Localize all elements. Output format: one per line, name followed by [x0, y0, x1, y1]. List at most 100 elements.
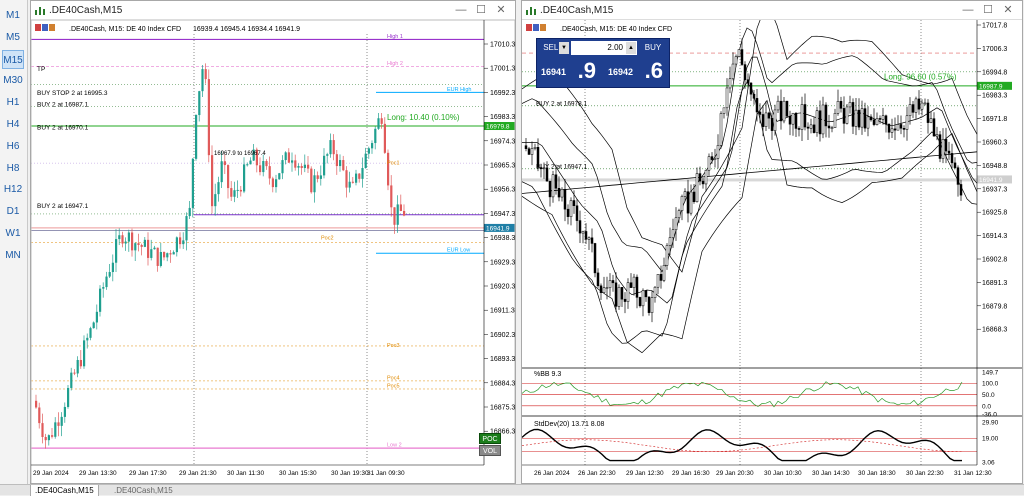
candle-body [581, 231, 585, 234]
candle-body [779, 100, 783, 122]
candle-body [551, 174, 555, 198]
timeframe-h12[interactable]: H12 [2, 180, 24, 199]
timeframe-mn[interactable]: MN [2, 246, 24, 265]
candle-body [605, 287, 609, 289]
candle-body [393, 207, 396, 225]
candle-body [794, 112, 798, 129]
poc-button[interactable]: POC [479, 433, 501, 444]
candle-body [166, 253, 169, 258]
candle-body [313, 175, 316, 193]
candle-body [47, 435, 50, 441]
chart-tab-2[interactable]: .DE40Cash,M15 [110, 485, 177, 496]
chart-window-icon [526, 7, 536, 15]
order-label[interactable]: BUY 2 at 16987.1 [37, 101, 89, 108]
position-label: Long: 96.60 (0.57%) [884, 73, 957, 82]
timeframe-m30[interactable]: M30 [2, 71, 24, 90]
price-axis-label: 16875.3 [490, 405, 515, 412]
price-axis-label: 16879.8 [982, 303, 1007, 310]
timeframe-m15[interactable]: M15 [2, 49, 24, 69]
timeframe-m5[interactable]: M5 [2, 28, 24, 47]
candle-body [866, 116, 870, 129]
candle-body [884, 115, 888, 125]
candle-body [156, 247, 159, 266]
candle-body [387, 152, 390, 186]
candle-body [268, 166, 271, 179]
candle-body [383, 123, 386, 153]
candle-body [102, 287, 105, 289]
lot-decrease-icon[interactable]: ▼ [559, 42, 569, 54]
order-label[interactable]: BUY 2 at 16947.1 [37, 203, 89, 210]
candle-body [99, 288, 102, 312]
time-axis-label: 26 Jan 22:30 [578, 470, 616, 477]
candle-body [953, 162, 957, 168]
price-axis-label: 16956.3 [490, 187, 515, 194]
timeframe-d1[interactable]: D1 [2, 202, 24, 221]
candle-body [620, 287, 624, 300]
level-label: Low 2 [387, 443, 402, 449]
left-chart-info: .DE40Cash, M15: DE 40 Index CFD 16939.4 … [35, 24, 300, 33]
timeframe-w1[interactable]: W1 [2, 224, 24, 243]
lot-size-value: 2.00 [607, 43, 623, 52]
lot-increase-icon[interactable]: ▲ [626, 42, 636, 54]
candle-body [60, 416, 63, 426]
left-chart-window[interactable]: .DE40Cash,M15 — ☐ ✕ TP BUY STOP 2 at 16995.… [30, 0, 516, 484]
timeframe-h6[interactable]: H6 [2, 137, 24, 156]
lot-size-input[interactable]: 2.00 ▼ ▲ [559, 41, 637, 55]
candle-body [593, 243, 597, 274]
vol-button[interactable]: VOL [479, 445, 501, 456]
order-label[interactable]: TP [37, 66, 45, 73]
left-title-bar[interactable]: .DE40Cash,M15 — ☐ ✕ [31, 1, 515, 20]
position-label: Long: 10.40 (0.10%) [387, 113, 460, 122]
minimize-icon[interactable]: — [451, 4, 471, 16]
buy-button[interactable]: BUY [639, 41, 667, 55]
chart-tab-1[interactable]: .DE40Cash,M15 [30, 485, 99, 496]
bb-axis-label: 50.0 [982, 392, 995, 399]
candle-body [159, 251, 162, 266]
candle-body [710, 156, 714, 160]
bid-price-button[interactable]: 16941 .9 [538, 58, 602, 86]
timeframe-h8[interactable]: H8 [2, 159, 24, 178]
candle-body [332, 140, 335, 155]
candle-body [214, 194, 217, 207]
right-price-chart[interactable]: BUY 2 at 16987.1BUY 2 at 16978.1BUY 2 at… [522, 20, 1022, 484]
order-label[interactable]: BUY 2 at 16970.1 [37, 125, 89, 132]
candle-body [358, 173, 361, 179]
candle-body [54, 422, 57, 437]
candle-body [587, 237, 591, 240]
level-label: Poc4 [387, 375, 400, 381]
price-axis-label: 16884.3 [490, 380, 515, 387]
level-label: High 1 [387, 34, 403, 40]
candle-body [641, 290, 645, 307]
price-axis-label: 16965.3 [490, 163, 515, 170]
candle-body [734, 56, 738, 65]
bb-axis-label: -36.0 [982, 412, 997, 419]
price-axis-label: 16947.3 [490, 211, 515, 218]
left-price-chart[interactable]: TP BUY STOP 2 at 16995.3 BUY 2 at 16987.1 B… [31, 20, 515, 484]
ask-price-button[interactable]: 16942 .6 [605, 58, 669, 86]
order-label[interactable]: BUY 2 at 16947.1 [536, 164, 588, 171]
timeframe-m1[interactable]: M1 [2, 6, 24, 25]
timeframe-h4[interactable]: H4 [2, 115, 24, 134]
candle-body [185, 216, 188, 241]
minimize-icon[interactable]: — [958, 4, 978, 16]
candle-body [818, 110, 822, 135]
close-icon[interactable]: ✕ [998, 3, 1018, 16]
maximize-icon[interactable]: ☐ [978, 3, 998, 16]
timeframe-h1[interactable]: H1 [2, 93, 24, 112]
candle-body [938, 134, 942, 159]
order-label[interactable]: BUY 2 at 16978.1 [536, 101, 588, 108]
left-info-text: .DE40Cash, M15: DE 40 Index CFD [69, 26, 181, 33]
close-icon[interactable]: ✕ [491, 3, 511, 16]
order-label[interactable]: BUY STOP 2 at 16995.3 [37, 90, 108, 97]
candle-body [137, 243, 140, 245]
candle-body [809, 124, 813, 129]
timeframe-bar: M1 M5 M15 M30 H1 H4 H6 H8 H12 D1 W1 MN [0, 0, 28, 484]
candle-body [339, 160, 342, 167]
right-title-bar[interactable]: .DE40Cash,M15 — ☐ ✕ [522, 1, 1022, 20]
maximize-icon[interactable]: ☐ [471, 3, 491, 16]
candle-body [959, 184, 963, 196]
candle-body [761, 114, 765, 127]
candle-body [390, 185, 393, 208]
candle-body [73, 372, 76, 374]
price-axis-label: 16893.3 [490, 356, 515, 363]
